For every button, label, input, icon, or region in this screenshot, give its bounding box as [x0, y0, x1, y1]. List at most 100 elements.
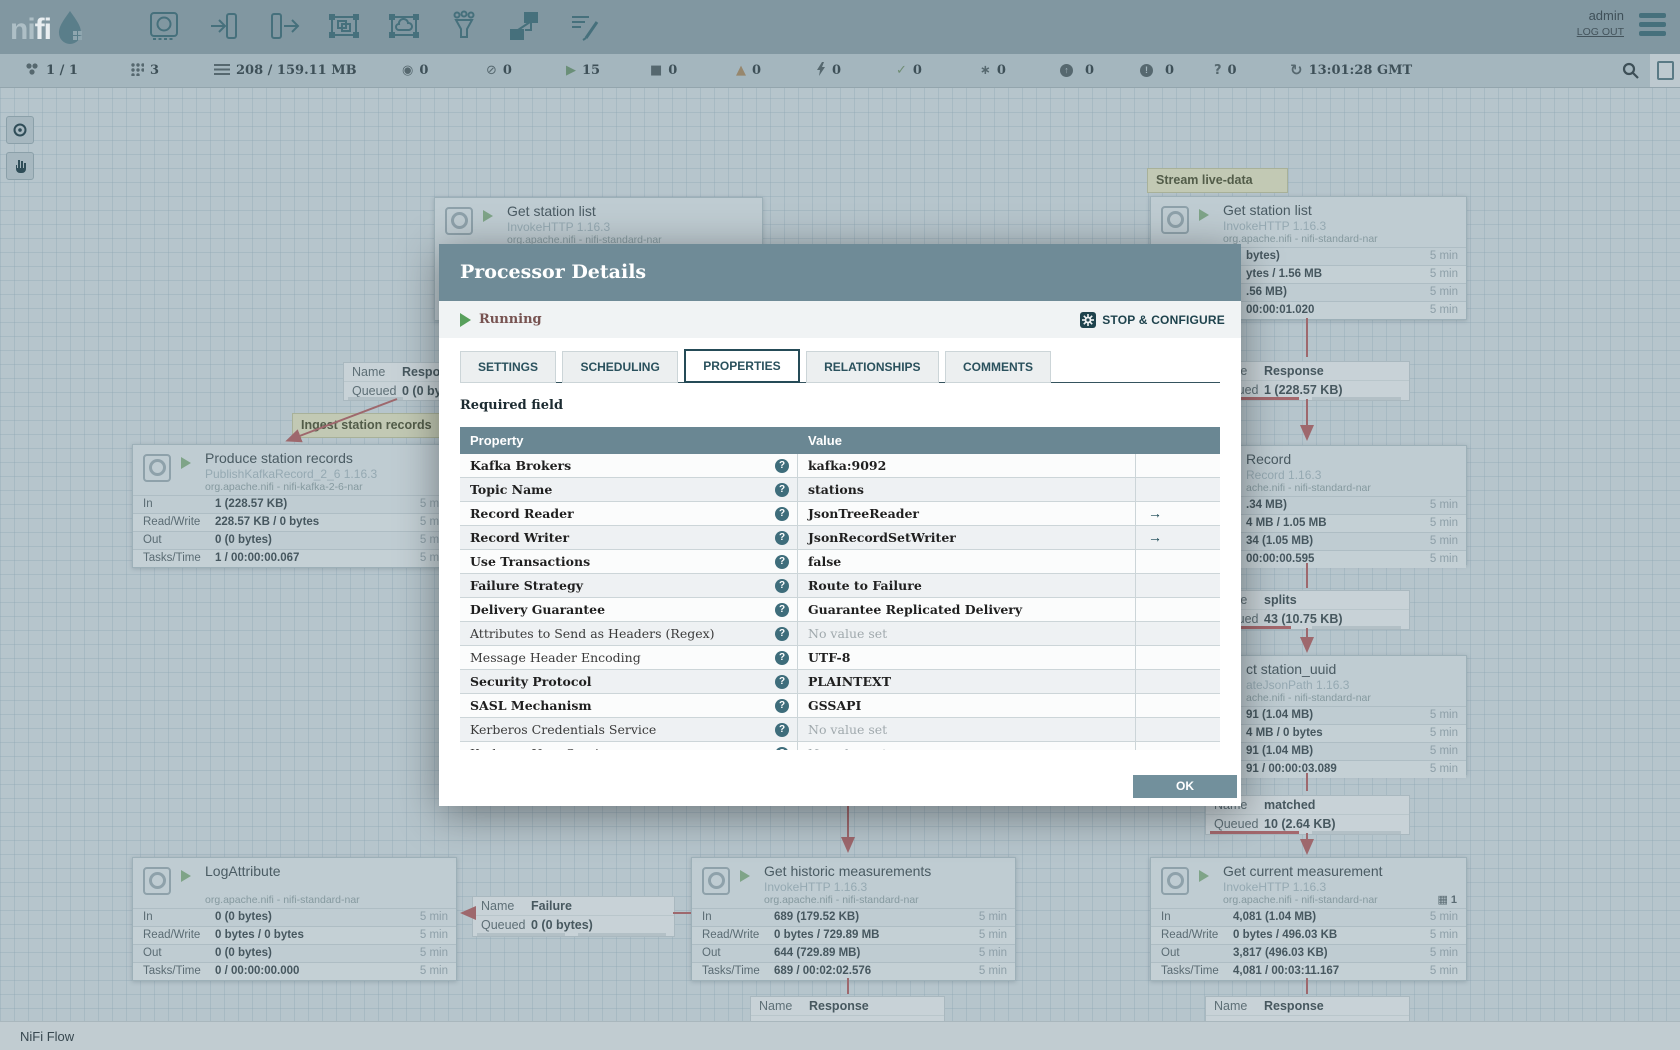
search-button[interactable]: [1622, 54, 1639, 87]
navigate-palette-button[interactable]: [6, 116, 34, 144]
property-value[interactable]: JsonRecordSetWriter: [798, 526, 1136, 549]
threads-icon: [130, 62, 145, 79]
logout-link[interactable]: LOG OUT: [1577, 24, 1624, 40]
panel-toggle-button[interactable]: [1650, 54, 1680, 87]
output-port-toolbar-icon[interactable]: [268, 10, 302, 44]
property-value[interactable]: false: [798, 550, 1136, 573]
running-status-icon: [181, 870, 191, 882]
processor-title: Record: [1246, 451, 1292, 467]
help-icon[interactable]: ?: [775, 578, 789, 593]
property-value[interactable]: Route to Failure: [798, 574, 1136, 597]
property-name: Kerberos Credentials Service: [470, 722, 657, 737]
property-value[interactable]: No value set: [798, 718, 1136, 741]
invalid-icon: ▲: [736, 63, 746, 78]
dialog-status-row: Running STOP & CONFIGURE: [439, 301, 1241, 338]
processor-bundle: org.apache.nifi - nifi-standard-nar: [1223, 233, 1378, 245]
property-value[interactable]: No value set: [798, 622, 1136, 645]
help-icon[interactable]: ?: [775, 722, 789, 737]
template-toolbar-icon[interactable]: [508, 10, 542, 44]
goto-service-arrow[interactable]: →: [1148, 505, 1162, 521]
help-icon[interactable]: ?: [775, 746, 789, 750]
stat-row-read-write: Read/Write 0 bytes / 0 bytes 5 min: [133, 926, 456, 944]
running-status-icon: [1199, 870, 1209, 882]
ok-button[interactable]: OK: [1133, 775, 1237, 798]
status-not-transmitting: ⊘ 0: [486, 63, 512, 78]
nifi-app: Stream live-data Ingest station records …: [0, 0, 1680, 1050]
processor-header: Get historic measurements InvokeHTTP 1.1…: [692, 858, 1015, 908]
help-icon[interactable]: ?: [775, 458, 789, 473]
running-icon: ▶: [566, 63, 576, 78]
label-toolbar-icon[interactable]: [568, 10, 602, 44]
processor-title: Get current measurement: [1223, 863, 1383, 879]
help-icon[interactable]: ?: [775, 626, 789, 641]
connection-label-failure[interactable]: Name Failure Queued 0 (0 bytes): [472, 896, 675, 937]
property-value[interactable]: UTF-8: [798, 646, 1136, 669]
property-value[interactable]: stations: [798, 478, 1136, 501]
processor-title: Get historic measurements: [764, 863, 932, 879]
help-icon[interactable]: ?: [775, 650, 789, 665]
status-locally-modified: ∗ 0: [980, 63, 1006, 78]
processor-log-attribute[interactable]: LogAttribute org.apache.nifi - nifi-stan…: [132, 857, 457, 981]
component-toolbar: [148, 10, 602, 44]
status-transmitting: ◉ 0: [402, 63, 429, 78]
stop-and-configure-button[interactable]: STOP & CONFIGURE: [1080, 311, 1225, 328]
property-value[interactable]: PLAINTEXT: [798, 670, 1136, 693]
table-row: Kafka Brokers? kafka:9092: [460, 454, 1220, 478]
help-icon[interactable]: ?: [775, 482, 789, 497]
help-icon[interactable]: ?: [775, 602, 789, 617]
property-value[interactable]: Guarantee Replicated Delivery: [798, 598, 1136, 621]
processor-icon: [702, 867, 730, 895]
table-row: Attributes to Send as Headers (Regex)? N…: [460, 622, 1220, 646]
stat-row-out: Out 3,817 (496.03 KB) 5 min: [1151, 944, 1466, 962]
input-port-toolbar-icon[interactable]: [208, 10, 242, 44]
stat-row-tasks-time: Tasks/Time 689 / 00:02:02.576 5 min: [692, 962, 1015, 980]
funnel-toolbar-icon[interactable]: [448, 10, 482, 44]
goto-service-arrow[interactable]: →: [1148, 529, 1162, 545]
search-icon: [1622, 62, 1639, 79]
properties-table: Property Value Kafka Brokers? kafka:9092…: [460, 427, 1220, 750]
operate-palette-button[interactable]: [6, 152, 34, 180]
help-icon[interactable]: ?: [775, 698, 789, 713]
breadcrumb[interactable]: NiFi Flow: [20, 1029, 74, 1044]
property-name: Kerberos User Service: [470, 742, 613, 750]
run-status-text: Running: [479, 312, 542, 327]
processor-get-current-measurement[interactable]: Get current measurement InvokeHTTP 1.16.…: [1150, 857, 1467, 981]
property-value[interactable]: kafka:9092: [798, 454, 1136, 477]
help-icon[interactable]: ?: [775, 530, 789, 545]
property-name: Delivery Guarantee: [470, 602, 606, 617]
tab-properties[interactable]: PROPERTIES: [684, 349, 800, 383]
processor-produce-station-records[interactable]: Produce station records PublishKafkaReco…: [132, 444, 457, 568]
property-name: Attributes to Send as Headers (Regex): [470, 626, 715, 641]
required-field-note: Required field: [460, 398, 564, 413]
gear-icon: [1080, 311, 1097, 328]
processor-get-historic-measurements[interactable]: Get historic measurements InvokeHTTP 1.1…: [691, 857, 1016, 981]
property-value[interactable]: GSSAPI: [798, 694, 1136, 717]
property-value[interactable]: No value set: [798, 742, 1136, 750]
processor-header: Produce station records PublishKafkaReco…: [133, 445, 456, 495]
help-icon[interactable]: ?: [775, 506, 789, 521]
stat-row-in: In 689 (179.52 KB) 5 min: [692, 908, 1015, 926]
processor-header: Get current measurement InvokeHTTP 1.16.…: [1151, 858, 1466, 908]
table-row: Topic Name? stations: [460, 478, 1220, 502]
global-menu-icon[interactable]: [1639, 13, 1666, 40]
label-ingest-station-records[interactable]: Ingest station records: [292, 413, 440, 438]
process-group-toolbar-icon[interactable]: [328, 10, 362, 44]
property-value[interactable]: JsonTreeReader: [798, 502, 1136, 525]
nifi-logo: ni fi: [10, 9, 122, 45]
processor-title: Get station list: [507, 203, 596, 219]
tab-settings[interactable]: SETTINGS: [460, 351, 557, 383]
processor-toolbar-icon[interactable]: [148, 10, 182, 44]
panel-icon: [1656, 61, 1674, 80]
refresh-icon[interactable]: ↻: [1290, 63, 1303, 78]
help-icon[interactable]: ?: [775, 554, 789, 569]
tab-relationships[interactable]: RELATIONSHIPS: [806, 351, 939, 383]
remote-process-group-toolbar-icon[interactable]: [388, 10, 422, 44]
label-stream-live-data[interactable]: Stream live-data: [1147, 168, 1288, 193]
processor-header: LogAttribute org.apache.nifi - nifi-stan…: [133, 858, 456, 908]
stale-icon: ↑: [1060, 64, 1073, 77]
table-row: SASL Mechanism? GSSAPI: [460, 694, 1220, 718]
tab-comments[interactable]: COMMENTS: [944, 351, 1051, 383]
tab-scheduling[interactable]: SCHEDULING: [562, 351, 678, 383]
help-icon[interactable]: ?: [775, 674, 789, 689]
table-row: Delivery Guarantee? Guarantee Replicated…: [460, 598, 1220, 622]
